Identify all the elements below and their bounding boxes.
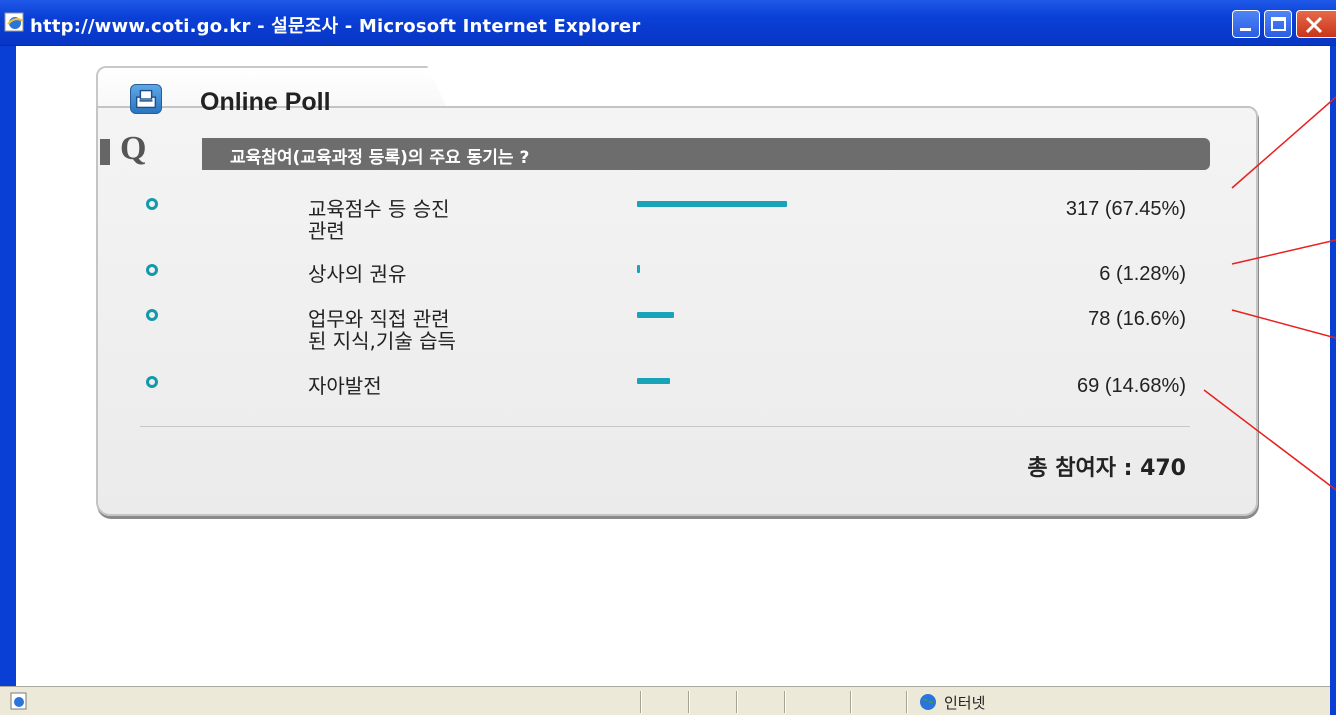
option-bar (637, 201, 787, 207)
option-bullet (146, 264, 158, 276)
option-bullet (146, 376, 158, 388)
option-value: 6 (1.28%) (1099, 263, 1186, 285)
option-label: 교육점수 등 승진 관련 (308, 197, 450, 243)
option-bullet (146, 198, 158, 210)
globe-icon (920, 694, 936, 710)
security-zone-label: 인터넷 (944, 694, 986, 712)
maximize-icon (1271, 17, 1286, 31)
minimize-button[interactable] (1232, 10, 1260, 38)
option-bar (637, 378, 670, 384)
option-bar (637, 265, 640, 273)
close-icon (1305, 16, 1323, 34)
close-button[interactable] (1296, 10, 1336, 38)
option-label: 상사의 권유 (308, 262, 407, 286)
option-value: 78 (16.6%) (1088, 308, 1186, 330)
status-separator (736, 691, 738, 713)
total-participants: 총 참여자 : 470 (1027, 456, 1186, 481)
status-separator (906, 691, 908, 713)
ie-page-icon (4, 12, 24, 32)
poll-title: Online Poll (200, 88, 331, 116)
status-bar: 인터넷 (0, 686, 1330, 715)
question-text: 교육참여(교육과정 등록)의 주요 동기는 ? (230, 148, 530, 168)
window-title: http://www.coti.go.kr - 설문조사 - Microsoft… (30, 16, 641, 37)
option-label: 업무와 직접 관련 된 지식,기술 습득 (308, 307, 456, 353)
option-bullet (146, 309, 158, 321)
window-titlebar[interactable]: http://www.coti.go.kr - 설문조사 - Microsoft… (0, 0, 1336, 46)
question-marker (100, 139, 110, 165)
status-separator (688, 691, 690, 713)
poll-divider (140, 426, 1190, 427)
minimize-icon (1240, 28, 1251, 31)
option-label: 자아발전 (308, 374, 382, 398)
maximize-button[interactable] (1264, 10, 1292, 38)
option-bar (637, 312, 674, 318)
status-separator (640, 691, 642, 713)
page-content: Online Poll Q 교육참여(교육과정 등록)의 주요 동기는 ? 교육… (16, 46, 1330, 686)
window-frame-left (0, 46, 16, 715)
status-separator (850, 691, 852, 713)
status-separator (784, 691, 786, 713)
option-value: 69 (14.68%) (1077, 375, 1186, 397)
ballot-box-icon (130, 84, 162, 114)
window-frame-right (1330, 46, 1336, 715)
ie-page-icon (10, 692, 27, 710)
option-value: 317 (67.45%) (1065, 198, 1186, 220)
question-letter: Q (120, 130, 147, 167)
